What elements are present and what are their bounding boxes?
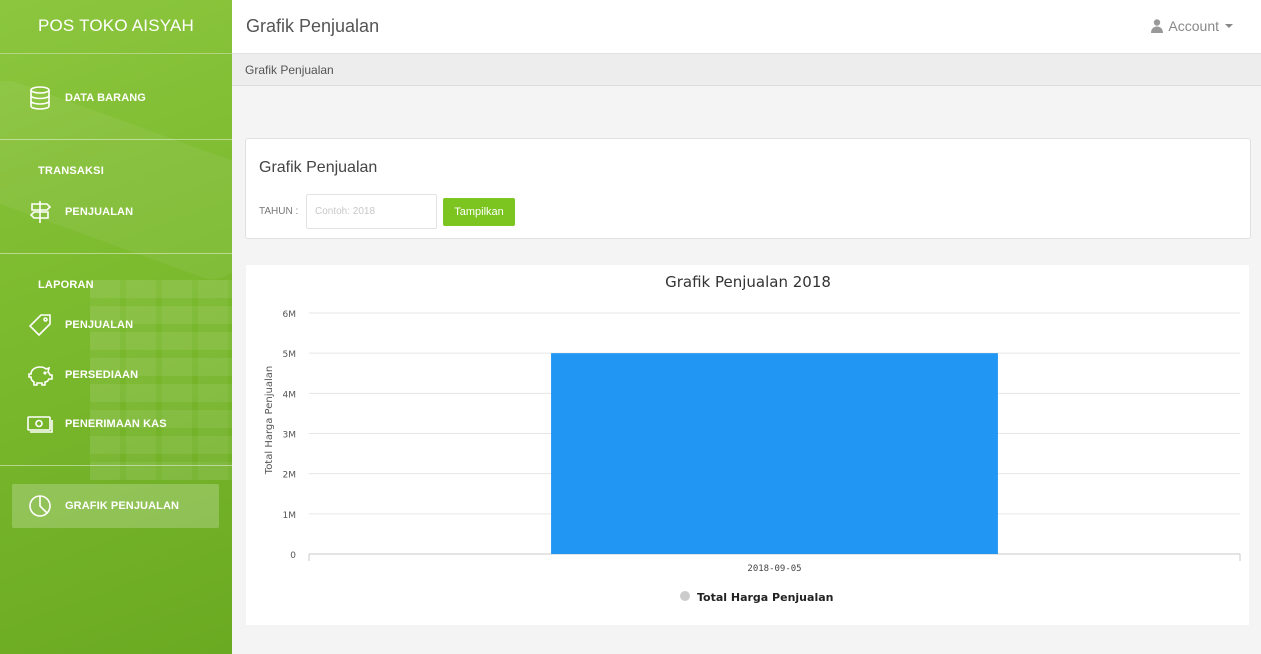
- y-tick-label: 0: [290, 551, 296, 561]
- user-icon: [1151, 19, 1164, 33]
- y-tick-label: 4M: [283, 390, 297, 400]
- sidebar-item-data-barang[interactable]: DATA BARANG: [12, 76, 219, 120]
- sidebar-item-label: PENERIMAAN KAS: [65, 418, 167, 430]
- breadcrumb-item[interactable]: Grafik Penjualan: [245, 63, 334, 77]
- y-tick-label: 2M: [283, 471, 297, 481]
- sidebar-item-label: DATA BARANG: [65, 92, 146, 104]
- sidebar-item-laporan-persediaan[interactable]: PERSEDIAAN: [12, 353, 219, 397]
- sidebar-item-laporan-penerimaan-kas[interactable]: PENERIMAAN KAS: [12, 402, 219, 446]
- sales-bar-chart: Grafik Penjualan 2018 0 1M 2M 3M 4M 5M 6M Tota…: [264, 273, 1241, 604]
- sidebar-item-laporan-penjualan[interactable]: PENJUALAN: [12, 303, 219, 347]
- y-tick-label: 5M: [283, 350, 297, 360]
- show-button[interactable]: Tampilkan: [443, 198, 515, 226]
- chart-title: Grafik Penjualan 2018: [665, 273, 831, 291]
- tag-icon: [26, 311, 54, 339]
- database-icon: [26, 84, 54, 112]
- section-title-transaksi: TRANSAKSI: [38, 165, 104, 177]
- y-tick-label: 1M: [283, 511, 297, 521]
- year-input[interactable]: [306, 194, 437, 229]
- sidebar-item-label: PENJUALAN: [65, 206, 134, 218]
- chart-bar[interactable]: [551, 353, 998, 554]
- menu-block-data: DATA BARANG: [0, 54, 232, 140]
- sidebar-item-transaksi-penjualan[interactable]: PENJUALAN: [12, 190, 219, 234]
- chevron-down-icon: [1225, 24, 1233, 28]
- year-label: TAHUN :: [259, 206, 299, 217]
- app-brand[interactable]: POS TOKO AISYAH: [0, 0, 232, 54]
- y-tick-label: 6M: [283, 310, 297, 320]
- breadcrumb: Grafik Penjualan: [232, 54, 1261, 86]
- chart-legend[interactable]: Total Harga Penjualan: [680, 591, 833, 604]
- sidebar-item-label: PENJUALAN: [65, 319, 134, 331]
- signpost-icon: [26, 198, 54, 226]
- chart-y-ticks: 0 1M 2M 3M 4M 5M 6M: [283, 310, 297, 561]
- legend-label: Total Harga Penjualan: [697, 591, 833, 604]
- top-bar: Grafik Penjualan Account: [232, 0, 1261, 54]
- pie-chart-icon: [26, 492, 54, 520]
- sidebar-item-label: PERSEDIAAN: [65, 369, 139, 381]
- chart-x-ticks: 2018-09-05: [747, 564, 801, 574]
- menu-block-laporan: LAPORAN PENJUALAN PERSEDIAAN PENERIMAAN …: [0, 254, 232, 466]
- chart-y-axis-label: Total Harga Penjualan: [264, 366, 275, 475]
- sidebar-item-grafik-penjualan[interactable]: GRAFIK PENJUALAN: [12, 484, 219, 528]
- piggy-bank-icon: [26, 361, 54, 389]
- sidebar-item-label: GRAFIK PENJUALAN: [65, 500, 180, 512]
- menu-block-transaksi: TRANSAKSI PENJUALAN: [0, 140, 232, 254]
- chart-bars: [551, 353, 998, 554]
- panel-title: Grafik Penjualan: [259, 159, 378, 176]
- legend-swatch: [680, 591, 690, 601]
- account-dropdown[interactable]: Account: [1151, 18, 1233, 34]
- filter-panel: Grafik Penjualan TAHUN : Tampilkan: [245, 138, 1251, 239]
- chart-panel: Grafik Penjualan 2018 0 1M 2M 3M 4M 5M 6M Tota…: [246, 265, 1249, 625]
- page-title: Grafik Penjualan: [246, 16, 380, 36]
- section-title-laporan: LAPORAN: [38, 279, 94, 291]
- y-tick-label: 3M: [283, 431, 297, 441]
- x-tick-label: 2018-09-05: [747, 564, 801, 574]
- sidebar: POS TOKO AISYAH DATA BARANG TRANSAKSI PE…: [0, 0, 232, 654]
- account-label: Account: [1168, 18, 1219, 34]
- cash-icon: [26, 410, 54, 438]
